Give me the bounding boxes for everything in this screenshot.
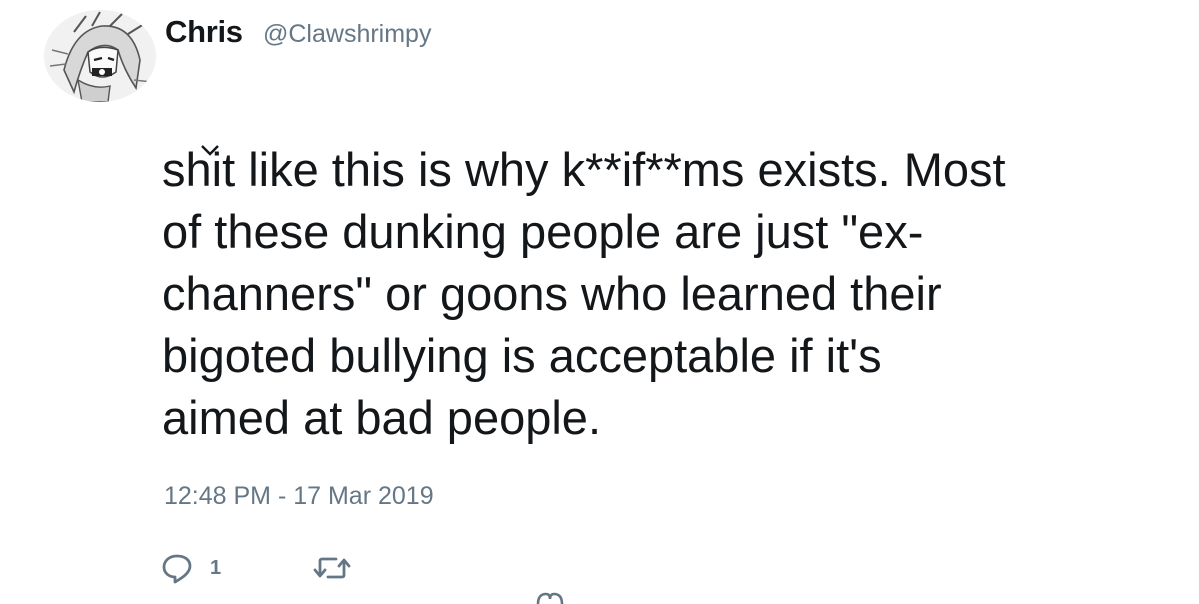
like-icon[interactable]: [530, 592, 570, 604]
tweet-text-line: channers" or goons who learned their: [162, 267, 942, 320]
avatar[interactable]: [44, 10, 156, 102]
author-display-name[interactable]: Chris: [165, 14, 243, 50]
tweet-text-line: shit like this is why k**if**ms exists. …: [162, 143, 1006, 196]
reply-icon: [162, 554, 192, 584]
reply-button[interactable]: 1: [160, 548, 221, 588]
tweet-text-line: aimed at bad people.: [162, 391, 601, 444]
reply-count: 1: [210, 556, 222, 579]
tweet-actions: 1: [160, 548, 580, 588]
author-handle[interactable]: @Clawshrimpy: [263, 20, 431, 49]
tweet-text-line: bigoted bullying is acceptable if it's: [162, 329, 882, 382]
caret-mark-icon: [201, 145, 219, 156]
anime-character-avatar-icon: [44, 10, 156, 102]
retweet-button[interactable]: [312, 548, 368, 588]
tweet: Chris @Clawshrimpy shit like this is why…: [0, 0, 1199, 604]
tweet-text-line: of these dunking people are just "ex-: [162, 205, 924, 258]
tweet-text: shit like this is why k**if**ms exists. …: [162, 139, 1182, 449]
tweet-timestamp[interactable]: 12:48 PM - 17 Mar 2019: [164, 482, 434, 511]
retweet-icon: [313, 557, 351, 579]
